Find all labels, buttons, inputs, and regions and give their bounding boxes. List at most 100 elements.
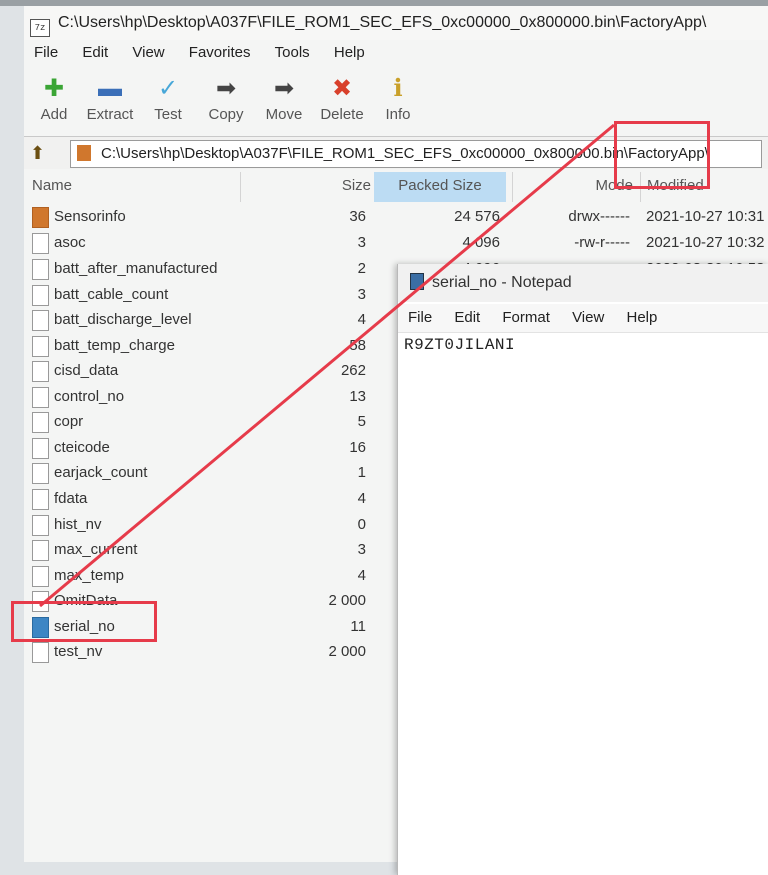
file-name: batt_cable_count — [54, 286, 169, 303]
test-label: Test — [154, 106, 182, 123]
menu-help[interactable]: Help — [334, 44, 365, 61]
notepad-text-area[interactable]: R9ZT0JILANI — [404, 336, 515, 354]
file-name: copr — [54, 413, 84, 430]
notepad-menu-help[interactable]: Help — [626, 309, 657, 326]
copy-label: Copy — [208, 106, 244, 123]
file-modified: 2021-10-27 10:32 — [646, 234, 765, 251]
file-name: Sensorinfo — [54, 208, 126, 225]
file-packed: 24 576 — [454, 208, 500, 225]
file-icon — [32, 642, 49, 663]
file-size: 3 — [357, 234, 366, 251]
file-icon — [32, 463, 49, 484]
notepad-menu-file[interactable]: File — [408, 309, 432, 326]
file-size: 4 — [357, 490, 366, 507]
menu-edit[interactable]: Edit — [82, 44, 108, 61]
list-item[interactable]: Sensorinfo 36 24 576 drwx------ 2021-10-27 1… — [24, 204, 768, 229]
file-size: 36 — [349, 208, 366, 225]
file-size: 58 — [349, 337, 366, 354]
file-modified: 2021-10-27 10:31 — [646, 208, 765, 225]
col-name[interactable]: Name — [32, 172, 232, 202]
file-icon — [32, 515, 49, 536]
file-size: 13 — [349, 388, 366, 405]
plus-icon: ✚ — [43, 75, 65, 102]
delete-button[interactable]: ✖ Delete — [312, 72, 372, 123]
menu-favorites[interactable]: Favorites — [189, 44, 251, 61]
folder-icon — [77, 145, 91, 161]
delete-label: Delete — [320, 106, 364, 123]
sevenzip-icon: 7z — [30, 19, 50, 37]
notepad-menu-bar: File Edit Format View Help — [398, 304, 768, 333]
notepad-menu-view[interactable]: View — [572, 309, 604, 326]
highlight-box-factoryapp — [614, 121, 710, 189]
file-name: cteicode — [54, 439, 110, 456]
file-size: 3 — [357, 541, 366, 558]
title-bar: 7z C:\Users\hp\Desktop\A037F\FILE_ROM1_SE… — [24, 6, 768, 40]
extract-button[interactable]: ▬ Extract — [80, 72, 140, 123]
move-button[interactable]: ➡ Move — [254, 72, 314, 123]
file-packed: 4 096 — [462, 234, 500, 251]
info-button[interactable]: ℹ Info — [368, 72, 428, 123]
file-name: max_temp — [54, 567, 125, 584]
file-name: batt_discharge_level — [54, 311, 192, 328]
list-item[interactable]: asoc 3 4 096 -rw-r----- 2021-10-27 10:32 — [24, 230, 768, 255]
menu-bar: File Edit View Favorites Tools Help — [24, 40, 768, 66]
file-icon — [32, 233, 49, 254]
file-size: 4 — [357, 567, 366, 584]
file-name: control_no — [54, 388, 125, 405]
file-icon — [32, 310, 49, 331]
file-name: cisd_data — [54, 362, 119, 379]
file-icon — [32, 412, 49, 433]
col-size[interactable]: Size — [240, 172, 371, 202]
arrow-right-icon: ➡ — [215, 75, 237, 102]
file-size: 262 — [340, 362, 366, 379]
file-icon — [32, 285, 49, 306]
test-button[interactable]: ✓ Test — [138, 72, 198, 123]
file-size: 2 000 — [328, 592, 366, 609]
file-size: 11 — [350, 618, 366, 635]
file-name: asoc — [54, 234, 86, 251]
file-name: max_current — [54, 541, 138, 558]
minus-icon: ▬ — [98, 75, 122, 102]
add-label: Add — [40, 106, 68, 123]
file-icon — [32, 438, 49, 459]
notepad-title: serial_no - Notepad — [432, 274, 572, 291]
file-icon — [32, 387, 49, 408]
info-icon: ℹ — [393, 75, 403, 102]
extract-label: Extract — [86, 106, 134, 123]
file-size: 2 — [357, 260, 366, 277]
file-name: earjack_count — [54, 464, 148, 481]
close-icon: ✖ — [331, 75, 353, 102]
file-size: 4 — [357, 311, 366, 328]
notepad-window: serial_no - Notepad File Edit Format Vie… — [397, 264, 768, 875]
menu-view[interactable]: View — [132, 44, 164, 61]
check-icon: ✓ — [157, 75, 179, 102]
file-size: 16 — [349, 439, 366, 456]
file-name: batt_temp_charge — [54, 337, 175, 354]
highlight-box-serial-no — [11, 601, 157, 642]
notepad-icon — [410, 273, 424, 290]
notepad-menu-format[interactable]: Format — [502, 309, 550, 326]
file-size: 3 — [357, 286, 366, 303]
file-icon — [32, 336, 49, 357]
notepad-title-bar: serial_no - Notepad — [398, 264, 768, 302]
file-name: fdata — [54, 490, 88, 507]
file-mode: -rw-r----- — [574, 234, 630, 251]
up-folder-icon[interactable]: ⬆ — [30, 143, 45, 164]
menu-file[interactable]: File — [34, 44, 58, 61]
file-icon — [32, 489, 49, 510]
window-title: C:\Users\hp\Desktop\A037F\FILE_ROM1_SEC_… — [58, 14, 707, 31]
notepad-menu-edit[interactable]: Edit — [454, 309, 480, 326]
add-button[interactable]: ✚ Add — [24, 72, 84, 123]
menu-tools[interactable]: Tools — [275, 44, 310, 61]
file-icon — [32, 259, 49, 280]
copy-button[interactable]: ➡ Copy — [196, 72, 256, 123]
file-icon — [32, 361, 49, 382]
info-label: Info — [385, 106, 411, 123]
file-size: 1 — [357, 464, 366, 481]
file-icon — [32, 566, 49, 587]
col-packed-size[interactable]: Packed Size — [374, 172, 506, 202]
folder-icon — [32, 207, 49, 228]
file-size: 5 — [357, 413, 366, 430]
arrow-right-icon: ➡ — [273, 75, 295, 102]
file-size: 2 000 — [328, 643, 366, 660]
